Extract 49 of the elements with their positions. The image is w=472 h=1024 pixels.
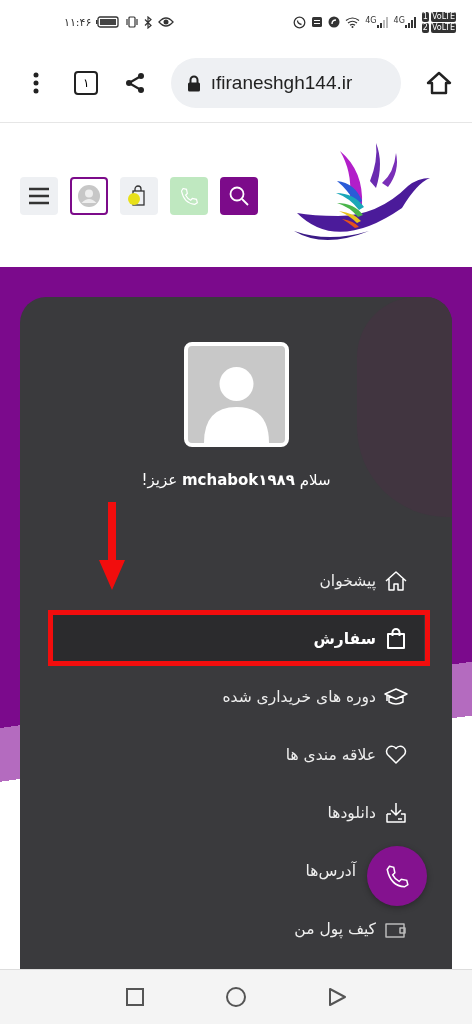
volte-badge: VoLTE [430,11,456,22]
menu-item[interactable]: دوره های خریداری شده [222,677,408,717]
menu-item[interactable]: دانلودها [327,793,408,833]
menu-item[interactable]: آدرس‌ها [305,851,356,891]
address-bar[interactable]: ıfiraneshgh144.ir [170,58,401,108]
download-icon [384,801,408,825]
more-options-icon[interactable] [33,72,39,94]
menu-icon [28,187,50,205]
cart-button[interactable] [120,177,158,215]
signal-icon [404,16,417,28]
home-icon [384,569,408,593]
home-icon[interactable] [426,71,452,95]
search-icon [228,185,250,207]
recent-apps-button[interactable] [125,987,145,1007]
back-button[interactable] [327,987,347,1007]
eye-icon [158,16,175,28]
greeting-text: سلام mchabok۱۹۸۹ عزیز! [141,471,331,489]
sim-label: 1 [421,11,429,22]
network-label: 4G [393,16,405,25]
lock-icon [186,74,201,92]
menu-item[interactable]: کیف پول من [294,909,408,949]
menu-button[interactable] [20,177,58,215]
vibrate-icon [125,16,140,28]
call-button[interactable] [367,846,427,906]
tab-count-button[interactable]: ۱ [74,71,99,95]
clock-time: ۱۱:۴۶ [64,15,92,29]
network-label: 4G [365,16,377,25]
chat-icon [293,15,307,29]
phone-icon [179,186,199,206]
user-avatar-icon [78,185,100,207]
wifi-icon [345,16,361,28]
bluetooth-icon [144,15,154,29]
home-button[interactable] [225,986,247,1008]
heart-icon [384,743,408,767]
phone-icon [384,863,410,889]
account-button[interactable] [70,177,108,215]
message-icon [311,16,324,28]
menu-item[interactable]: سفارش [50,615,424,663]
menu-item[interactable]: پیشخوان [319,561,408,601]
search-button[interactable] [220,177,258,215]
menu-item[interactable]: علاقه مندی ها [285,735,408,775]
share-icon[interactable] [123,72,146,94]
sim-label: 2 [421,22,429,33]
battery-icon [96,16,121,28]
circle-app-icon [328,16,341,28]
avatar-placeholder-icon [183,342,289,447]
shopping-bag-icon [384,627,408,651]
signal-icon [376,16,389,28]
volte-badge: VoLTE [430,22,456,33]
